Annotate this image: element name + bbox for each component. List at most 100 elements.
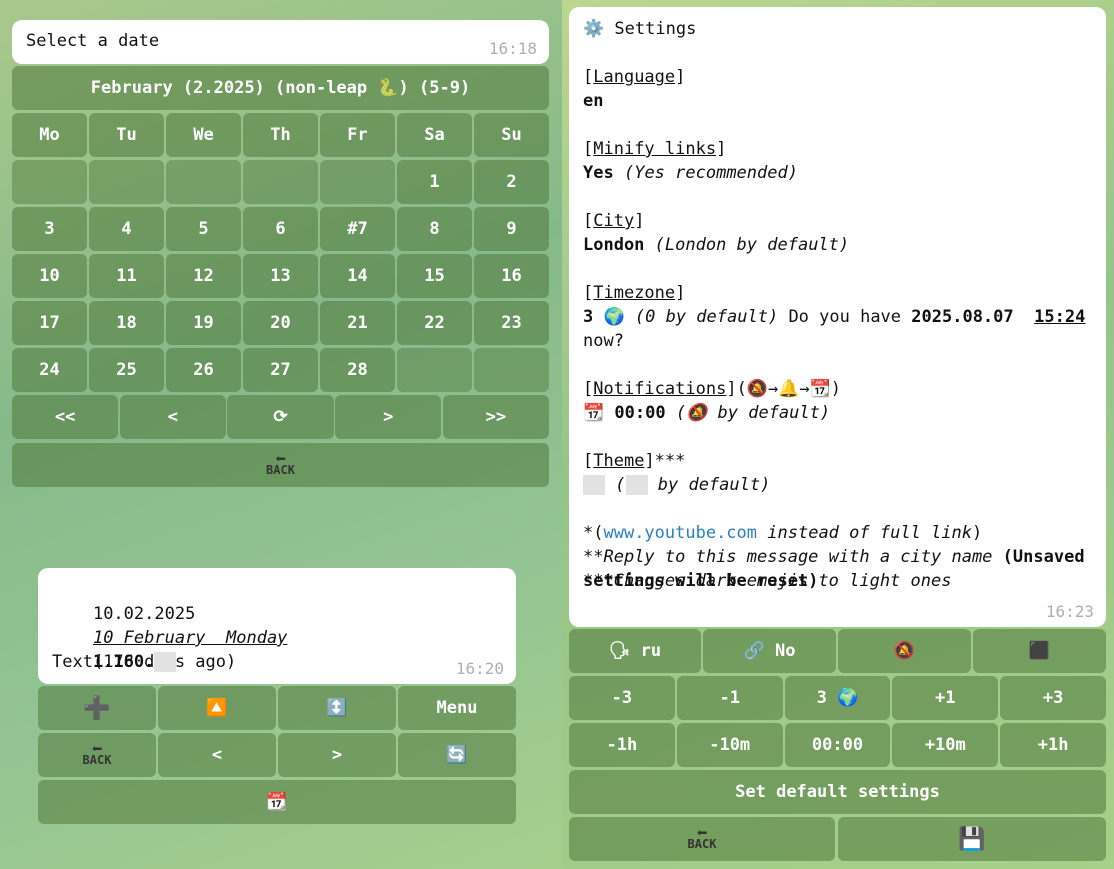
month-title-button[interactable]: February (2.2025) (non-leap 🐍) (5-9) [12,66,549,110]
event-text: Text [52,652,93,672]
minify-key: Minify links [593,139,717,159]
day-button[interactable]: 19 [166,301,241,345]
day-button[interactable]: 26 [166,348,241,392]
footnote-2: Reply to this message with a city name [603,547,993,567]
back-icon: ⬅ BACK [266,449,295,477]
add-button[interactable]: ➕ [38,686,156,730]
black-square-icon: ⬛ [1028,641,1051,661]
day-button[interactable]: 15 [397,254,472,298]
save-button[interactable]: 💾 [838,817,1106,861]
timezone-plus-1-button[interactable]: +1 [892,676,999,720]
empty-day-cell [243,160,318,204]
timezone-clock: 15:24 [1034,307,1086,327]
city-value: London [583,235,645,255]
day-button[interactable]: 27 [243,348,318,392]
settings-back-button[interactable]: ⬅ BACK [569,817,835,861]
empty-day-cell [12,160,87,204]
notifications-key: Notifications [593,379,727,399]
day-button[interactable]: 18 [89,301,164,345]
day-button[interactable]: 11 [89,254,164,298]
day-button[interactable]: 2 [474,160,549,204]
event-message: 10.02.2025 10 February Monday (178 days … [38,568,516,684]
day-button[interactable]: 5 [166,207,241,251]
timezone-question-end: now? [583,331,624,351]
timezone-plus-3-button[interactable]: +3 [1000,676,1106,720]
day-button[interactable]: 3 [12,207,87,251]
time-plus-1h-button[interactable]: +1h [1000,723,1106,767]
minify-links-button[interactable]: 🔗 No [703,629,836,673]
next-button[interactable]: > [278,733,396,777]
day-button[interactable]: 9 [474,207,549,251]
youtube-link[interactable]: www.youtube.com [603,523,757,543]
weekday-header: Mo [12,113,87,157]
day-button[interactable]: 20 [243,301,318,345]
theme-button[interactable]: ⬛ [973,629,1106,673]
timezone-key: Timezone [593,283,676,303]
day-button[interactable]: 24 [12,348,87,392]
notifications-value: 00:00 [614,403,666,423]
last-page-button[interactable]: >> [442,395,549,439]
day-button[interactable]: 16 [474,254,549,298]
day-button[interactable]: 6 [243,207,318,251]
settings-message: ⚙️ Settings [Language] en [Minify links]… [569,7,1106,627]
next-month-button[interactable]: > [335,395,442,439]
time-plus-10m-button[interactable]: +10m [892,723,999,767]
notifications-button[interactable]: 🔕 [838,629,971,673]
previous-month-button[interactable]: < [119,395,226,439]
timezone-current-button[interactable]: 3 🌍 [784,676,891,720]
time-minus-1h-button[interactable]: -1h [569,723,675,767]
time-minus-10m-button[interactable]: -10m [676,723,783,767]
calendar-back-button[interactable]: ⬅ BACK [12,443,549,487]
set-default-settings-button[interactable]: Set default settings [569,770,1106,814]
refresh-calendar-button[interactable]: ⟳ [227,395,334,439]
empty-day-cell [320,160,395,204]
move-updown-button[interactable]: ↕️ [278,686,396,730]
first-page-button[interactable]: << [12,395,119,439]
day-button[interactable]: 8 [397,207,472,251]
calendar-prompt-text: Select a date [26,31,160,51]
event-back-button[interactable]: ⬅ BACK [38,733,156,777]
previous-button[interactable]: < [158,733,276,777]
timezone-note: (0 by default) [634,307,779,327]
footnote-1: instead of full link [767,523,972,543]
weekday-header: Sa [397,113,472,157]
timezone-question: Do you have [788,307,902,327]
day-button[interactable]: 28 [320,348,395,392]
day-button[interactable]: 4 [89,207,164,251]
day-button[interactable]: 13 [243,254,318,298]
calendar-prompt-message: Select a date 16:18 [12,20,549,64]
empty-day-cell [166,160,241,204]
settings-header: ⚙️ Settings [583,17,1106,41]
message-time: 16:20 [455,659,504,678]
message-time: 16:23 [1045,602,1094,621]
menu-button[interactable]: Menu [398,686,516,730]
save-icon: 💾 [958,826,986,852]
minify-value: Yes [583,163,614,183]
time-current-button[interactable]: 00:00 [784,723,891,767]
refresh-button[interactable]: 🔄 [398,733,516,777]
timezone-minus-3-button[interactable]: -3 [569,676,675,720]
day-button[interactable]: 10 [12,254,87,298]
day-button[interactable]: 21 [320,301,395,345]
language-key: Language [593,67,676,87]
weekday-header: Th [243,113,318,157]
day-button[interactable]: #7 [320,207,395,251]
day-button[interactable]: 1 [397,160,472,204]
back-icon: ⬅ BACK [82,739,112,767]
city-note: (London by default) [654,235,850,255]
language-button[interactable]: 🗣 ru [569,629,701,673]
day-button[interactable]: 17 [12,301,87,345]
day-button[interactable]: 25 [89,348,164,392]
day-button[interactable]: 22 [397,301,472,345]
open-calendar-button[interactable]: 📆 [38,780,516,824]
notifications-note-a: (🔕 [675,403,708,423]
day-button[interactable]: 12 [166,254,241,298]
day-button[interactable]: 23 [474,301,549,345]
empty-day-cell [397,348,472,392]
day-button[interactable]: 14 [320,254,395,298]
empty-day-cell [89,160,164,204]
weekday-header: Tu [89,113,164,157]
move-up-button[interactable]: 🔼 [158,686,276,730]
timezone-minus-1-button[interactable]: -1 [676,676,783,720]
notifications-chain: (🔕→🔔→📆) [736,379,842,399]
